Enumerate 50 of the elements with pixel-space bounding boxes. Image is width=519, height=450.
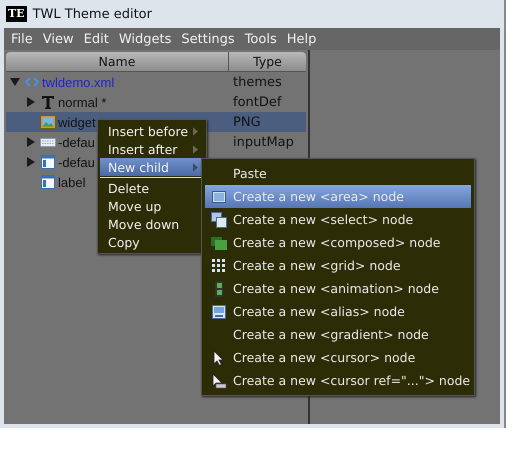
node-type: PNG xyxy=(232,114,261,130)
window-icon xyxy=(40,174,56,190)
node-type: fontDef xyxy=(232,94,282,110)
menu-item[interactable]: Insert after xyxy=(100,140,204,158)
menu-item[interactable]: New child xyxy=(100,158,204,176)
menu-item[interactable]: View xyxy=(38,32,79,46)
menu-item[interactable]: Create a new <animation> node xyxy=(205,277,471,300)
expanded-arrow-icon[interactable] xyxy=(10,77,20,87)
node-name[interactable]: -defau xyxy=(58,134,95,150)
menu-item[interactable]: Move up xyxy=(100,197,204,215)
window-title: TWL Theme editor xyxy=(32,6,152,22)
column-header[interactable]: Type xyxy=(229,52,306,71)
alias-icon xyxy=(211,304,227,320)
menu-item[interactable]: Edit xyxy=(78,32,114,46)
menu-item[interactable]: Move down xyxy=(100,215,204,233)
menu-item[interactable]: Paste xyxy=(205,162,471,185)
node-type: themes xyxy=(232,74,282,90)
font-icon xyxy=(40,94,56,110)
node-name[interactable]: -defau xyxy=(58,154,95,170)
column-header[interactable]: Name xyxy=(6,52,229,71)
menu-item[interactable]: Copy xyxy=(100,233,204,251)
menu-item[interactable]: Create a new <cursor ref="..."> node xyxy=(205,369,471,392)
collapsed-arrow-icon[interactable] xyxy=(26,97,36,107)
menu-item[interactable]: Create a new <select> node xyxy=(205,208,471,231)
select-icon xyxy=(211,212,227,228)
menu-item[interactable]: Create a new <gradient> node xyxy=(205,323,471,346)
collapsed-arrow-icon[interactable] xyxy=(26,157,36,167)
menu-item[interactable]: Settings xyxy=(176,32,240,46)
menu-item[interactable]: File xyxy=(6,32,38,46)
menu-item[interactable]: Create a new <composed> node xyxy=(205,231,471,254)
menu-item[interactable]: Create a new <grid> node xyxy=(205,254,471,277)
node-type: inputMap xyxy=(232,134,294,150)
menu-item[interactable]: Widgets xyxy=(114,32,176,46)
cursor-icon xyxy=(211,350,227,366)
composed-icon xyxy=(211,234,227,250)
area-icon xyxy=(211,188,227,204)
menu-item[interactable]: Help xyxy=(282,32,322,46)
menu-item[interactable]: Tools xyxy=(240,32,282,46)
image-icon xyxy=(40,114,56,130)
grid-icon xyxy=(211,258,227,274)
collapsed-arrow-icon[interactable] xyxy=(26,137,36,147)
window-icon xyxy=(40,154,56,170)
menu-item[interactable]: Create a new <cursor> node xyxy=(205,346,471,369)
cursor-link-icon xyxy=(211,372,227,388)
node-name[interactable]: label xyxy=(58,174,86,190)
menu-item[interactable]: Insert before xyxy=(100,122,204,140)
node-name[interactable]: normal * xyxy=(58,94,106,110)
menu-item[interactable]: Delete xyxy=(100,179,204,197)
app-logo: TE xyxy=(6,6,27,22)
menu-item[interactable]: Create a new <alias> node xyxy=(205,300,471,323)
